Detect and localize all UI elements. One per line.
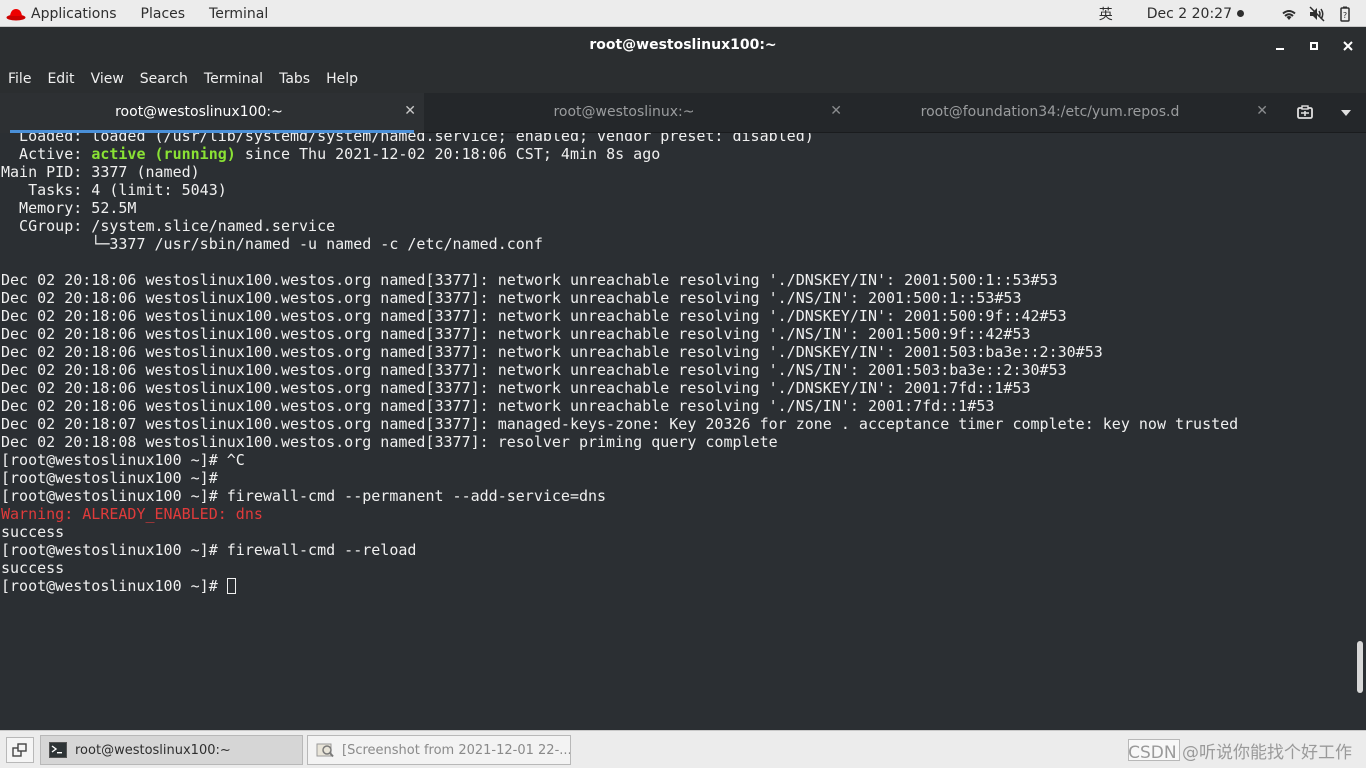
- terminal-line: Dec 02 20:18:07 westoslinux100.westos.or…: [1, 415, 1239, 433]
- terminal-line: └─3377 /usr/sbin/named -u named -c /etc/…: [1, 235, 543, 253]
- terminal-line: [root@westoslinux100 ~]#: [1, 469, 227, 487]
- text-cursor: [226, 578, 236, 594]
- terminal-line: Dec 02 20:18:06 westoslinux100.westos.or…: [1, 289, 1022, 307]
- places-menu[interactable]: Places: [141, 6, 186, 22]
- new-tab-icon: [1297, 105, 1313, 119]
- terminal-line: Dec 02 20:18:06 westoslinux100.westos.or…: [1, 343, 1103, 361]
- volume-icon[interactable]: [1308, 5, 1326, 23]
- minimize-button[interactable]: [1270, 36, 1290, 56]
- menu-file[interactable]: File: [8, 71, 31, 87]
- svg-text:?: ?: [1343, 11, 1347, 20]
- taskbar-item-label: [Screenshot from 2021-12-01 22-...: [342, 742, 571, 758]
- input-method-indicator[interactable]: 英: [1099, 4, 1113, 24]
- tab-label: root@foundation34:/etc/yum.repos.d: [920, 104, 1180, 120]
- menu-search[interactable]: Search: [140, 71, 188, 87]
- menu-terminal[interactable]: Terminal: [204, 71, 263, 87]
- terminal-line: Dec 02 20:18:06 westoslinux100.westos.or…: [1, 307, 1067, 325]
- taskbar-item-screenshot[interactable]: [Screenshot from 2021-12-01 22-...: [307, 735, 571, 765]
- tab-3[interactable]: root@foundation34:/etc/yum.repos.d ✕: [850, 93, 1276, 133]
- terminal-line: Dec 02 20:18:08 westoslinux100.westos.or…: [1, 433, 778, 451]
- terminal-line: success: [1, 523, 65, 541]
- close-icon: [1343, 41, 1353, 51]
- maximize-button[interactable]: [1304, 36, 1324, 56]
- terminal-line: Dec 02 20:18:06 westoslinux100.westos.or…: [1, 271, 1058, 289]
- close-button[interactable]: [1338, 36, 1358, 56]
- terminal-icon: [49, 742, 67, 758]
- terminal-line: success: [1, 559, 65, 577]
- terminal-line: Dec 02 20:18:06 westoslinux100.westos.or…: [1, 325, 1031, 343]
- tab-close-icon[interactable]: ✕: [404, 103, 416, 119]
- taskbar-item-label: root@westoslinux100:~: [75, 742, 231, 758]
- terminal-line: Dec 02 20:18:06 westoslinux100.westos.or…: [1, 379, 1031, 397]
- tabs-menu-button[interactable]: [1335, 103, 1357, 123]
- terminal-line: Dec 02 20:18:06 westoslinux100.westos.or…: [1, 397, 995, 415]
- menu-view[interactable]: View: [91, 71, 124, 87]
- terminal-scrollbar[interactable]: [1354, 133, 1366, 730]
- top-panel-right: 英 Dec 2 20:27 ?: [1099, 0, 1354, 27]
- maximize-icon: [1310, 42, 1318, 50]
- menu-help[interactable]: Help: [326, 71, 358, 87]
- terminal-output[interactable]: Loaded: loaded (/usr/lib/systemd/system/…: [0, 133, 1354, 730]
- image-viewer-icon: [316, 743, 334, 758]
- active-status: active (running): [91, 145, 236, 163]
- new-tab-button[interactable]: [1294, 103, 1316, 123]
- csdn-watermark: CSDN @听说你能找个好工作: [1128, 743, 1352, 763]
- window-title: root@westoslinux100:~: [589, 37, 777, 53]
- clock[interactable]: Dec 2 20:27: [1147, 6, 1244, 22]
- tab-2[interactable]: root@westoslinux:~ ✕: [424, 93, 850, 133]
- tab-label: root@westoslinux100:~: [115, 104, 283, 120]
- show-desktop-icon: [12, 743, 27, 757]
- taskbar-item-terminal[interactable]: root@westoslinux100:~: [40, 735, 303, 765]
- terminal-line-active: Active: active (running) since Thu 2021-…: [1, 145, 1238, 163]
- terminal-line: Memory: 52.5M: [1, 199, 137, 217]
- terminal-line: CGroup: /system.slice/named.service: [1, 217, 336, 235]
- battery-icon[interactable]: ?: [1336, 5, 1354, 23]
- chevron-down-icon: [1341, 110, 1351, 116]
- tab-1[interactable]: root@westoslinux100:~ ✕: [0, 93, 424, 133]
- tab-close-icon[interactable]: ✕: [830, 103, 842, 119]
- terminal-app-menu[interactable]: Terminal: [209, 6, 268, 22]
- scrollbar-thumb[interactable]: [1357, 641, 1363, 693]
- wifi-icon[interactable]: [1280, 5, 1298, 23]
- terminal-warning-line: Warning: ALREADY_ENABLED: dns: [1, 505, 263, 523]
- terminal-line: [root@westoslinux100 ~]# firewall-cmd --…: [1, 541, 417, 559]
- active-label: Active:: [1, 145, 92, 163]
- top-panel-left: Applications Places Terminal: [6, 0, 292, 27]
- terminal-line: Main PID: 3377 (named): [1, 163, 200, 181]
- terminal-prompt-line: [root@westoslinux100 ~]#: [1, 577, 1238, 595]
- menu-edit[interactable]: Edit: [47, 71, 74, 87]
- window-titlebar[interactable]: root@westoslinux100:~: [0, 27, 1366, 65]
- prompt: [root@westoslinux100 ~]#: [1, 577, 227, 595]
- tab-close-icon[interactable]: ✕: [1256, 103, 1268, 119]
- window-list-panel: root@westoslinux100:~ [Screenshot from 2…: [0, 730, 1366, 768]
- terminal-line: [root@westoslinux100 ~]# ^C: [1, 451, 245, 469]
- applications-menu[interactable]: Applications: [31, 6, 117, 22]
- recording-indicator: [1237, 10, 1244, 17]
- terminal-line: Loaded: loaded (/usr/lib/systemd/system/…: [1, 133, 814, 145]
- terminal-line: [root@westoslinux100 ~]# firewall-cmd --…: [1, 487, 607, 505]
- terminal-lines: Loaded: loaded (/usr/lib/systemd/system/…: [1, 133, 1238, 595]
- top-panel: Applications Places Terminal 英 Dec 2 20:…: [0, 0, 1366, 27]
- menu-tabs[interactable]: Tabs: [279, 71, 310, 87]
- minimize-icon: [1276, 48, 1284, 50]
- redhat-icon: [6, 8, 26, 20]
- tab-label: root@westoslinux:~: [553, 104, 695, 120]
- show-desktop-button[interactable]: [6, 737, 34, 763]
- terminal-line: Dec 02 20:18:06 westoslinux100.westos.or…: [1, 361, 1067, 379]
- terminal-line: Tasks: 4 (limit: 5043): [1, 181, 227, 199]
- menu-bar: File Edit View Search Terminal Tabs Help: [0, 65, 1366, 93]
- active-since: since Thu 2021-12-02 20:18:06 CST; 4min …: [235, 145, 661, 163]
- tab-bar: root@westoslinux100:~ ✕ root@westoslinux…: [0, 93, 1366, 133]
- clock-text: Dec 2 20:27: [1146, 5, 1232, 22]
